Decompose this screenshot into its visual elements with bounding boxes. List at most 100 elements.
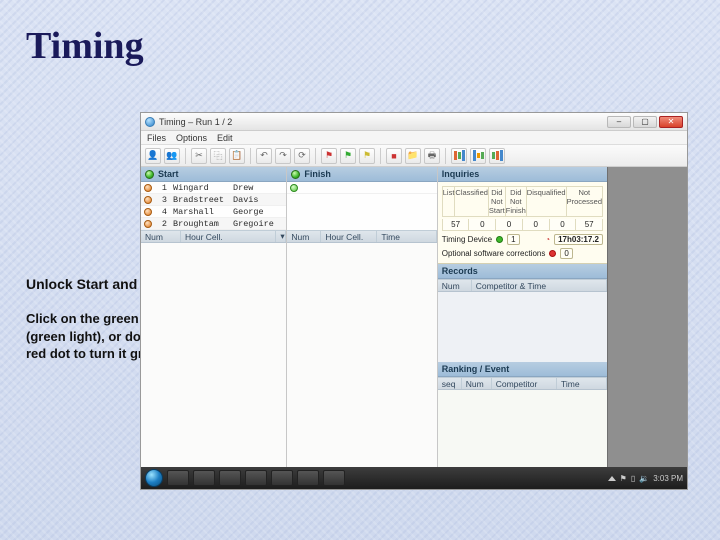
tray-expand-icon[interactable] — [608, 476, 616, 481]
start-row-num: 4 — [155, 207, 169, 217]
taskbar-app-icon[interactable] — [271, 470, 293, 486]
records-col-competitor-time[interactable]: Competitor & Time — [472, 280, 607, 291]
stat-value-np: 57 — [576, 219, 603, 231]
taskbar-app-icon[interactable] — [193, 470, 215, 486]
tool-print-icon[interactable]: 🖶 — [424, 148, 440, 164]
app-icon — [145, 117, 155, 127]
tool-chart1-icon[interactable] — [451, 148, 467, 164]
start-row-last: Wingard — [169, 183, 229, 193]
start-grid-header: Num Hour Cell. ▾ — [141, 230, 286, 243]
ranking-col-num[interactable]: Num — [462, 378, 492, 389]
tool-chart2-icon[interactable] — [470, 148, 486, 164]
tool-flag-yellow-icon[interactable]: ⚑ — [359, 148, 375, 164]
tray-volume-icon[interactable]: 🔉 — [639, 474, 649, 483]
start-header-label: Start — [158, 169, 179, 179]
stat-value-list: 57 — [442, 219, 470, 231]
records-panel: Records Num Competitor & Time — [438, 264, 607, 362]
ranking-panel: Ranking / Event seq Num Competitor Time — [438, 362, 607, 467]
tool-flag-red-icon[interactable]: ⚑ — [321, 148, 337, 164]
status-dot-icon[interactable] — [144, 208, 152, 216]
timing-device-count: 1 — [507, 234, 519, 245]
software-corrections-count: 0 — [560, 248, 572, 259]
start-row-num: 3 — [155, 195, 169, 205]
stat-label-np: Not Processed — [567, 186, 603, 217]
menubar: Files Options Edit — [141, 131, 687, 145]
main-area: Start 1 Wingard Drew 3 Bradstreet Davis — [141, 167, 687, 467]
records-header: Records — [438, 264, 607, 279]
tray-clock[interactable]: 3:03 PM — [653, 474, 683, 483]
start-unlock-icon[interactable] — [145, 170, 154, 179]
tool-cut-icon[interactable]: ✂ — [191, 148, 207, 164]
tool-chart3-icon[interactable] — [489, 148, 505, 164]
tool-undo-icon[interactable]: ↶ — [256, 148, 272, 164]
start-row-first: Davis — [229, 195, 286, 205]
taskbar-app-icon[interactable] — [323, 470, 345, 486]
tool-redo-icon[interactable]: ↷ — [275, 148, 291, 164]
tool-refresh-icon[interactable]: ⟳ — [294, 148, 310, 164]
app-window: Timing – Run 1 / 2 – ▢ ✕ Files Options E… — [140, 112, 688, 490]
start-column: Start 1 Wingard Drew 3 Bradstreet Davis — [141, 167, 287, 467]
records-body — [438, 292, 607, 362]
start-grid-body — [141, 243, 286, 467]
timing-device-row: Timing Device 1 ◔ 17h03:17.2 — [442, 234, 603, 245]
status-dot-icon[interactable] — [144, 184, 152, 192]
records-col-num[interactable]: Num — [438, 280, 472, 291]
ranking-col-competitor[interactable]: Competitor — [492, 378, 557, 389]
tool-copy-icon[interactable]: ⿻ — [210, 148, 226, 164]
start-col-sort-icon[interactable]: ▾ — [276, 231, 286, 242]
ranking-grid-header: seq Num Competitor Time — [438, 377, 607, 390]
menu-edit[interactable]: Edit — [217, 133, 233, 143]
minimize-button[interactable]: – — [607, 116, 631, 128]
start-row[interactable]: 4 Marshall George — [141, 206, 286, 218]
titlebar: Timing – Run 1 / 2 – ▢ ✕ — [141, 113, 687, 131]
clock-icon: ◔ — [545, 235, 550, 244]
tool-group-icon[interactable]: 👥 — [164, 148, 180, 164]
records-grid-header: Num Competitor & Time — [438, 279, 607, 292]
taskbar-app-icon[interactable] — [297, 470, 319, 486]
stat-label-classified: Classified — [455, 186, 489, 217]
ranking-col-seq[interactable]: seq — [438, 378, 462, 389]
close-button[interactable]: ✕ — [659, 116, 683, 128]
finish-unlock-icon[interactable] — [291, 170, 300, 179]
taskbar: ⚑ ▯ 🔉 3:03 PM — [141, 467, 687, 489]
tool-paste-icon[interactable]: 📋 — [229, 148, 245, 164]
maximize-button[interactable]: ▢ — [633, 116, 657, 128]
status-dot-icon[interactable] — [290, 184, 298, 192]
taskbar-app-icon[interactable] — [219, 470, 241, 486]
tool-person-icon[interactable]: 👤 — [145, 148, 161, 164]
software-corrections-label: Optional software corrections — [442, 249, 546, 258]
inquiries-panel: Inquiries List Classified Did Not Start … — [438, 167, 607, 264]
tool-stop-icon[interactable]: ■ — [386, 148, 402, 164]
taskbar-app-icon[interactable] — [245, 470, 267, 486]
stat-value-dnf: 0 — [523, 219, 550, 231]
finish-header-label: Finish — [304, 169, 331, 179]
menu-options[interactable]: Options — [176, 133, 207, 143]
start-col-num[interactable]: Num — [141, 231, 181, 242]
start-row-num: 2 — [155, 219, 169, 229]
system-tray[interactable]: ⚑ ▯ 🔉 3:03 PM — [608, 474, 683, 483]
ranking-col-time[interactable]: Time — [557, 378, 607, 389]
inquiries-body: List Classified Did Not Start Did Not Fi… — [438, 182, 607, 264]
tray-network-icon[interactable]: ▯ — [631, 474, 635, 483]
taskbar-app-icon[interactable] — [167, 470, 189, 486]
finish-col-num[interactable]: Num — [287, 231, 321, 242]
start-row-first: George — [229, 207, 286, 217]
toolbar: 👤 👥 ✂ ⿻ 📋 ↶ ↷ ⟳ ⚑ ⚑ ⚑ ■ 📁 🖶 — [141, 145, 687, 167]
status-dot-icon[interactable] — [144, 220, 152, 228]
start-row[interactable]: 3 Bradstreet Davis — [141, 194, 286, 206]
start-row[interactable]: 1 Wingard Drew — [141, 182, 286, 194]
tray-flag-icon[interactable]: ⚑ — [620, 474, 627, 483]
finish-col-hour[interactable]: Hour Cell. — [321, 231, 377, 242]
start-header: Start — [141, 167, 286, 182]
start-row-last: Marshall — [169, 207, 229, 217]
windows-start-icon[interactable] — [145, 469, 163, 487]
finish-col-time[interactable]: Time — [377, 231, 436, 242]
menu-files[interactable]: Files — [147, 133, 166, 143]
inquiries-header-label: Inquiries — [442, 169, 480, 179]
tool-folder-icon[interactable]: 📁 — [405, 148, 421, 164]
start-row-last: Bradstreet — [169, 195, 229, 205]
start-row[interactable]: 2 Broughtam Gregoire — [141, 218, 286, 230]
tool-flag-green-icon[interactable]: ⚑ — [340, 148, 356, 164]
start-col-hour[interactable]: Hour Cell. — [181, 231, 276, 242]
status-dot-icon[interactable] — [144, 196, 152, 204]
